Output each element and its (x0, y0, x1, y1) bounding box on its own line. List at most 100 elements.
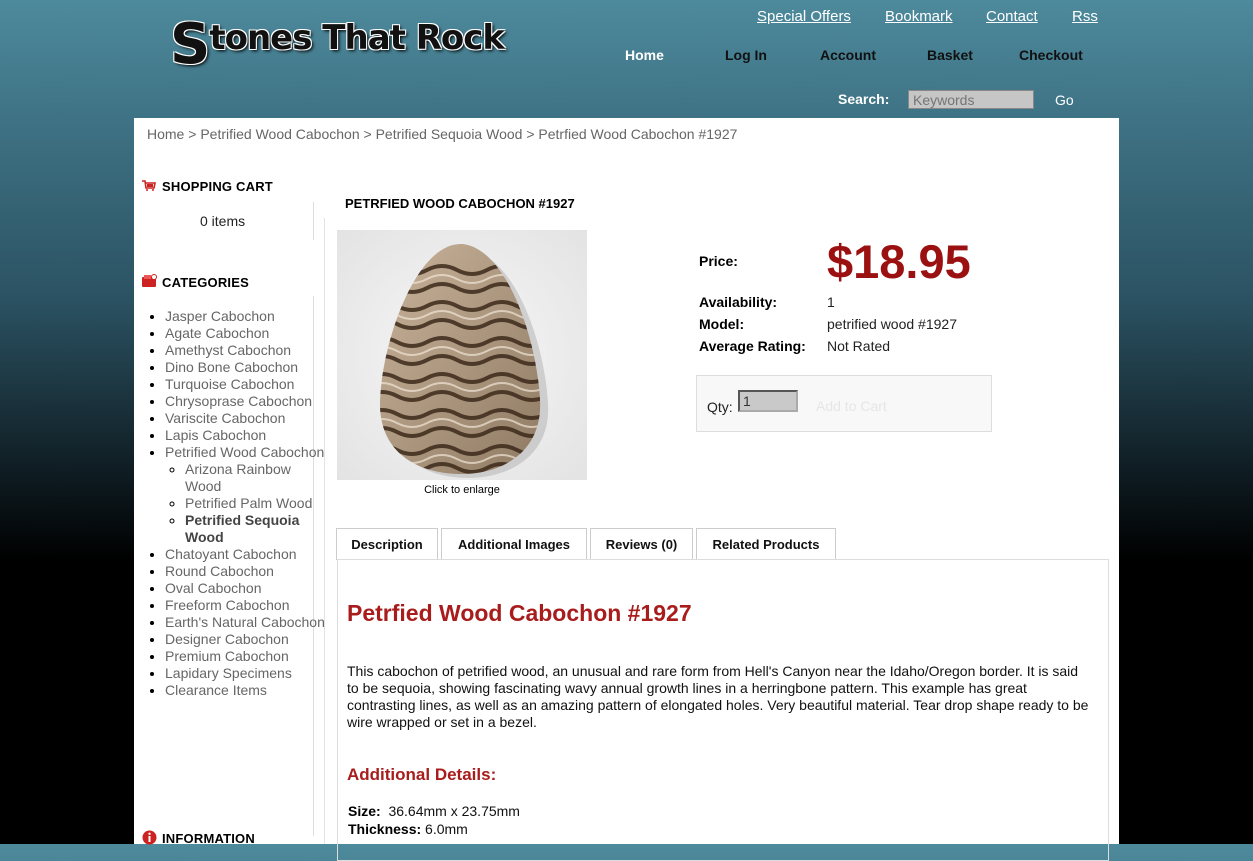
description-title: Petrfied Wood Cabochon #1927 (347, 600, 692, 626)
category-link[interactable]: Agate Cabochon (165, 325, 269, 341)
tab-reviews[interactable]: Reviews (0) (590, 528, 693, 559)
breadcrumb-home[interactable]: Home (147, 126, 184, 142)
category-link[interactable]: Amethyst Cabochon (165, 342, 291, 358)
category-item: Chatoyant Cabochon (165, 546, 325, 563)
category-item: Amethyst Cabochon (165, 342, 325, 359)
category-link[interactable]: Oval Cabochon (165, 580, 262, 596)
nav-login[interactable]: Log In (725, 47, 767, 63)
category-link[interactable]: Chatoyant Cabochon (165, 546, 297, 562)
cart-icon (142, 180, 156, 191)
tab-related-products[interactable]: Related Products (696, 528, 836, 559)
rss-link[interactable]: Rss (1072, 8, 1098, 25)
tab-description[interactable]: Description (336, 528, 438, 560)
category-link[interactable]: Clearance Items (165, 682, 267, 698)
thickness-label: Thickness: (348, 821, 422, 837)
breadcrumb: Home > Petrified Wood Cabochon > Petrifi… (147, 126, 737, 142)
breadcrumb-separator: > (522, 126, 539, 142)
rating-value: Not Rated (827, 338, 891, 354)
category-item: Lapis Cabochon (165, 427, 325, 444)
nav-basket[interactable]: Basket (927, 47, 973, 63)
cart-items-count[interactable]: 0 items (200, 213, 245, 229)
category-link[interactable]: Premium Cabochon (165, 648, 289, 664)
category-item: Clearance Items (165, 682, 325, 699)
rating-label: Average Rating: (699, 338, 806, 354)
category-link[interactable]: Jasper Cabochon (165, 308, 275, 324)
add-to-cart-button[interactable]: Add to Cart (816, 398, 887, 414)
categories-icon (142, 274, 157, 287)
category-link[interactable]: Lapidary Specimens (165, 665, 292, 681)
model-label: Model: (699, 316, 745, 332)
product-price: $18.95 (827, 235, 971, 288)
subcategory-item: Petrified Palm Wood (185, 495, 325, 512)
category-item: Premium Cabochon (165, 648, 325, 665)
availability-value: 1 (827, 294, 835, 310)
price-label: Price: (699, 253, 738, 269)
breadcrumb-separator: > (359, 126, 376, 142)
category-link[interactable]: Variscite Cabochon (165, 410, 285, 426)
category-link[interactable]: Chrysoprase Cabochon (165, 393, 312, 409)
breadcrumb-sequoia[interactable]: Petrified Sequoia Wood (376, 126, 523, 142)
category-item: Freeform Cabochon (165, 597, 325, 614)
breadcrumb-current: Petrfied Wood Cabochon #1927 (538, 126, 738, 142)
thickness-detail: Thickness: 6.0mm (348, 821, 468, 837)
logo-text: tones That Rock (209, 18, 505, 58)
category-item: Jasper Cabochon (165, 308, 325, 325)
category-item: Petrified Wood Cabochon Arizona Rainbow … (165, 444, 325, 546)
size-label: Size: (348, 803, 381, 819)
click-to-enlarge[interactable]: Click to enlarge (337, 484, 587, 496)
product-heading: PETRFIED WOOD CABOCHON #1927 (345, 196, 575, 211)
category-item: Turquoise Cabochon (165, 376, 325, 393)
logo-first-letter: S (170, 12, 210, 77)
category-item: Dino Bone Cabochon (165, 359, 325, 376)
additional-details-title: Additional Details: (347, 765, 497, 784)
site-logo[interactable]: Stones That Rock (170, 12, 505, 77)
subcategory-list: Arizona Rainbow Wood Petrified Palm Wood… (165, 461, 325, 546)
nav-account[interactable]: Account (820, 47, 876, 63)
info-icon (142, 830, 157, 845)
category-item: Chrysoprase Cabochon (165, 393, 325, 410)
search-input[interactable] (908, 90, 1034, 109)
model-value: petrified wood #1927 (827, 316, 957, 332)
category-item: Variscite Cabochon (165, 410, 325, 427)
category-link[interactable]: Lapis Cabochon (165, 427, 266, 443)
category-item: Earth's Natural Cabochon (165, 614, 325, 631)
search-go-button[interactable]: Go (1055, 92, 1074, 108)
size-detail: Size: 36.64mm x 23.75mm (348, 803, 520, 819)
category-link[interactable]: Designer Cabochon (165, 631, 289, 647)
shopping-cart-title: SHOPPING CART (162, 179, 273, 194)
sidebar-divider (313, 202, 314, 240)
description-text: This cabochon of petrified wood, an unus… (347, 663, 1089, 730)
subcategory-item: Arizona Rainbow Wood (185, 461, 325, 495)
contact-link[interactable]: Contact (986, 8, 1038, 25)
category-link[interactable]: Turquoise Cabochon (165, 376, 294, 392)
search-label: Search: (838, 91, 890, 107)
category-link[interactable]: Earth's Natural Cabochon (165, 614, 325, 630)
category-link[interactable]: Freeform Cabochon (165, 597, 290, 613)
category-link[interactable]: Petrified Wood Cabochon (165, 444, 324, 460)
subcategory-link[interactable]: Arizona Rainbow Wood (185, 461, 291, 494)
qty-input[interactable] (738, 390, 798, 412)
column-divider (324, 218, 325, 844)
tab-additional-images[interactable]: Additional Images (441, 528, 587, 559)
availability-label: Availability: (699, 294, 778, 310)
category-list: Jasper Cabochon Agate Cabochon Amethyst … (148, 308, 325, 699)
category-item: Agate Cabochon (165, 325, 325, 342)
category-item: Round Cabochon (165, 563, 325, 580)
nav-checkout[interactable]: Checkout (1019, 47, 1083, 63)
thickness-value: 6.0mm (425, 821, 468, 837)
category-link[interactable]: Dino Bone Cabochon (165, 359, 298, 375)
category-link[interactable]: Round Cabochon (165, 563, 274, 579)
categories-title: CATEGORIES (162, 275, 249, 290)
subcategory-link-active[interactable]: Petrified Sequoia Wood (185, 512, 299, 545)
bookmark-link[interactable]: Bookmark (885, 8, 953, 25)
nav-home[interactable]: Home (625, 47, 664, 63)
category-item: Designer Cabochon (165, 631, 325, 648)
product-image[interactable] (337, 230, 587, 480)
breadcrumb-petrified-wood[interactable]: Petrified Wood Cabochon (200, 126, 359, 142)
size-value: 36.64mm x 23.75mm (388, 803, 520, 819)
category-item: Lapidary Specimens (165, 665, 325, 682)
subcategory-link[interactable]: Petrified Palm Wood (185, 495, 312, 511)
special-offers-link[interactable]: Special Offers (757, 8, 851, 25)
content-area: Home > Petrified Wood Cabochon > Petrifi… (134, 118, 1119, 861)
breadcrumb-separator: > (184, 126, 201, 142)
